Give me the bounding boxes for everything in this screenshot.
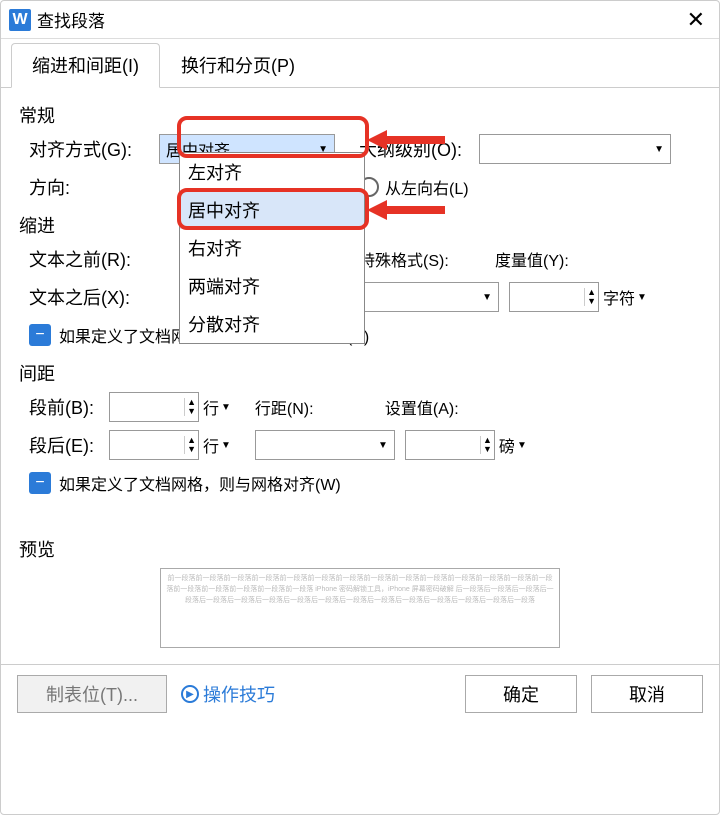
space-before-spinner[interactable]: ▲▼ — [109, 392, 199, 422]
tips-link[interactable]: ▶ 操作技巧 — [181, 681, 275, 707]
dialog-footer: 制表位(T)... ▶ 操作技巧 确定 取消 — [1, 664, 719, 723]
dialog-body: 常规 对齐方式(G): 居中对齐 ▼ 大纲级别(O): ▼ 方向: 从左向右(L… — [1, 88, 719, 664]
dialog-title: 查找段落 — [37, 7, 681, 32]
tips-label: 操作技巧 — [203, 681, 275, 707]
chevron-down-icon[interactable]: ▼ — [221, 402, 231, 413]
space-before-unit[interactable]: 行 — [203, 395, 219, 419]
line-height-label: 行距(N): — [255, 395, 385, 419]
chevron-down-icon: ▼ — [654, 144, 664, 155]
spin-down-icon[interactable]: ▼ — [483, 445, 492, 454]
chevron-down-icon: ▼ — [378, 440, 388, 451]
chevron-down-icon[interactable]: ▼ — [221, 440, 231, 451]
section-spacing: 间距 — [19, 360, 701, 386]
line-height-select[interactable]: ▼ — [255, 430, 395, 460]
outline-level-select[interactable]: ▼ — [479, 134, 671, 164]
preview-canvas: 前一段落前一段落前一段落前一段落前一段落前一段落前一段落前一段落前一段落前一段落… — [160, 568, 560, 648]
tab-bar: 缩进和间距(I) 换行和分页(P) — [1, 43, 719, 88]
spin-down-icon[interactable]: ▼ — [187, 445, 196, 454]
special-format-select[interactable]: ▼ — [359, 282, 499, 312]
checkbox-snap-to-grid[interactable]: − — [29, 472, 51, 494]
measure-unit[interactable]: 字符 — [603, 285, 635, 309]
space-before-label: 段前(B): — [29, 394, 109, 420]
special-format-label: 特殊格式(S): — [359, 247, 495, 271]
dialog-window: W 查找段落 ✕ 缩进和间距(I) 换行和分页(P) 常规 对齐方式(G): 居… — [0, 0, 720, 815]
space-after-unit[interactable]: 行 — [203, 433, 219, 457]
snap-grid-checkbox-label: 如果定义了文档网格，则与网格对齐(W) — [59, 471, 341, 495]
annotation-arrow-icon — [367, 196, 447, 224]
checkbox-auto-right-indent[interactable]: − — [29, 324, 51, 346]
measure-label: 度量值(Y): — [495, 247, 569, 271]
align-option-center[interactable]: 居中对齐 — [180, 191, 364, 229]
align-option-distribute[interactable]: 分散对齐 — [180, 305, 364, 343]
chevron-down-icon: ▼ — [482, 292, 492, 303]
set-value-spinner[interactable]: ▲▼ — [405, 430, 495, 460]
section-general: 常规 — [19, 102, 701, 128]
spin-down-icon[interactable]: ▼ — [187, 407, 196, 416]
set-value-unit[interactable]: 磅 — [499, 433, 515, 457]
tab-indent-spacing[interactable]: 缩进和间距(I) — [11, 43, 160, 88]
tab-line-page-break[interactable]: 换行和分页(P) — [160, 43, 316, 87]
play-icon: ▶ — [181, 685, 199, 703]
section-preview: 预览 — [19, 536, 701, 562]
annotation-arrow-icon — [367, 126, 447, 154]
ok-button[interactable]: 确定 — [465, 675, 577, 713]
direction-label: 方向: — [29, 174, 159, 200]
text-after-label: 文本之后(X): — [29, 284, 159, 310]
measure-spinner[interactable]: ▲▼ — [509, 282, 599, 312]
spin-down-icon[interactable]: ▼ — [587, 297, 596, 306]
titlebar: W 查找段落 ✕ — [1, 1, 719, 39]
alignment-label: 对齐方式(G): — [29, 136, 159, 162]
set-value-label: 设置值(A): — [385, 395, 459, 419]
space-after-spinner[interactable]: ▲▼ — [109, 430, 199, 460]
alignment-dropdown: 左对齐 居中对齐 右对齐 两端对齐 分散对齐 — [179, 152, 365, 344]
space-after-label: 段后(E): — [29, 432, 109, 458]
align-option-justify[interactable]: 两端对齐 — [180, 267, 364, 305]
align-option-left[interactable]: 左对齐 — [180, 153, 364, 191]
tabs-button[interactable]: 制表位(T)... — [17, 675, 167, 713]
chevron-down-icon[interactable]: ▼ — [517, 440, 527, 451]
text-before-label: 文本之前(R): — [29, 246, 159, 272]
close-button[interactable]: ✕ — [681, 7, 711, 33]
app-icon: W — [9, 9, 31, 31]
align-option-right[interactable]: 右对齐 — [180, 229, 364, 267]
cancel-button[interactable]: 取消 — [591, 675, 703, 713]
chevron-down-icon[interactable]: ▼ — [637, 292, 647, 303]
